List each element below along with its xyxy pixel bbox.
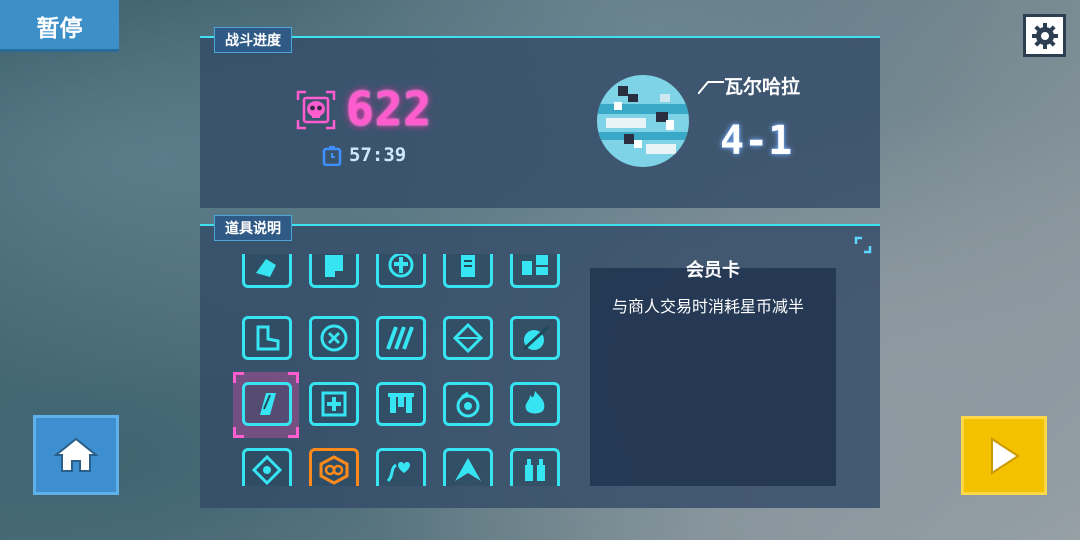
item-grid — [230, 254, 570, 486]
item-no-weapon-face[interactable] — [510, 316, 560, 360]
pause-tab[interactable]: 暂停 — [0, 0, 119, 52]
triangle-wing-icon — [455, 458, 481, 481]
planet-icon — [597, 75, 689, 167]
pointer-line — [698, 81, 724, 94]
item-description: 与商人交易时消耗星币减半 — [612, 297, 805, 316]
cross-coin-icon — [388, 254, 414, 278]
battle-progress-label: 战斗进度 — [214, 27, 292, 53]
potion-icon — [456, 391, 480, 418]
timer-value: 57:39 — [349, 144, 407, 166]
item-fire[interactable] — [510, 382, 560, 426]
item-medkit[interactable] — [309, 382, 359, 426]
item-scroll[interactable] — [443, 254, 493, 288]
pieces-icon — [522, 255, 548, 275]
no-weapon-face-icon — [522, 325, 550, 351]
item-title: 会员卡 — [686, 260, 740, 281]
score-value: 622 — [346, 82, 433, 136]
boot-icon — [256, 325, 280, 351]
play-icon — [991, 436, 1020, 475]
item-info-panel: 道具说明 会员卡 与商人交易时消耗星币减半 — [200, 215, 880, 508]
member-card-icon — [260, 393, 276, 415]
settings-button[interactable] — [1023, 14, 1066, 57]
home-icon — [53, 437, 99, 472]
item-banner[interactable] — [376, 382, 426, 426]
heart-path-icon — [386, 462, 410, 483]
fire-icon — [525, 391, 545, 414]
item-target[interactable] — [242, 448, 292, 486]
battle-progress-panel: 战斗进度 622 57:39 瓦尔哈拉 4-1 — [200, 27, 880, 208]
item-hand[interactable] — [242, 254, 292, 288]
bottles-icon — [525, 459, 545, 481]
item-triangle-wing[interactable] — [443, 448, 493, 486]
armor-icon — [325, 255, 343, 277]
infinity-badge-icon — [319, 455, 349, 485]
banner-icon — [388, 393, 414, 413]
level-value: 4-1 — [720, 118, 793, 164]
item-bottles[interactable] — [510, 448, 560, 486]
diamond-icon — [452, 323, 484, 353]
pause-label: 暂停 — [36, 16, 83, 42]
item-infinity-badge[interactable] — [309, 448, 359, 486]
stopwatch-icon — [322, 146, 342, 166]
item-diamond[interactable] — [443, 316, 493, 360]
planet-name: 瓦尔哈拉 — [724, 76, 801, 98]
item-stripes[interactable] — [376, 316, 426, 360]
scroll-icon — [461, 255, 475, 277]
item-cancel-circle[interactable] — [309, 316, 359, 360]
item-info-label: 道具说明 — [214, 215, 292, 241]
gear-icon — [1031, 22, 1058, 49]
medkit-icon — [321, 391, 347, 417]
item-boot[interactable] — [242, 316, 292, 360]
hand-icon — [256, 259, 276, 277]
stripes-icon — [386, 326, 414, 350]
item-cross-coin[interactable] — [376, 254, 426, 288]
item-potion[interactable] — [443, 382, 493, 426]
item-pieces[interactable] — [510, 254, 560, 288]
item-heart-path[interactable] — [376, 448, 426, 486]
cancel-circle-icon — [320, 324, 348, 352]
target-icon — [251, 455, 283, 485]
play-button[interactable] — [961, 416, 1047, 495]
skull-target-icon — [296, 90, 336, 130]
item-armor[interactable] — [309, 254, 359, 288]
corner-toggle-icon[interactable] — [854, 236, 872, 254]
item-member-card[interactable] — [242, 382, 292, 426]
home-button[interactable] — [33, 415, 119, 495]
